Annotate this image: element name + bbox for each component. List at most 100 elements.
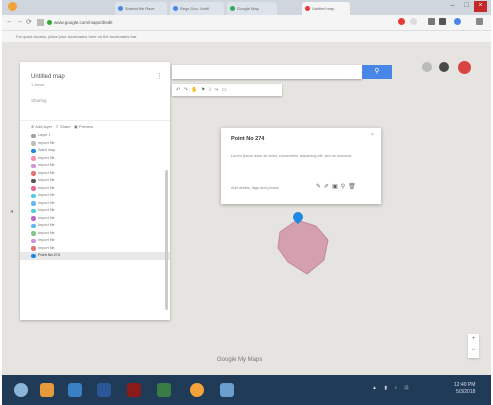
address-bar-row: ← → ⟳ www.google.com/maps/d/edit (2, 15, 491, 31)
layer-color-icon (31, 231, 36, 236)
back-icon[interactable]: ← (6, 18, 13, 25)
layer-item[interactable]: Import file (20, 155, 170, 163)
layer-color-icon (31, 238, 36, 243)
star-icon[interactable] (410, 18, 417, 25)
acrobat-icon[interactable] (127, 383, 141, 397)
layer-label: Import file (38, 155, 55, 160)
start-button[interactable] (14, 383, 28, 397)
notifications-icon[interactable] (439, 62, 449, 72)
layer-item[interactable]: Import file (20, 177, 170, 185)
zoom-out-button[interactable]: − (468, 345, 479, 356)
reload-icon[interactable]: ⟳ (26, 18, 32, 26)
undo-icon[interactable]: ↶ (176, 87, 180, 93)
layer-item[interactable]: Import file (20, 192, 170, 200)
directions-icon[interactable]: ⤳ (215, 87, 219, 93)
layer-item[interactable]: Import file (20, 245, 170, 253)
hand-icon[interactable]: ✋ (191, 87, 197, 93)
layer-color-icon (31, 141, 36, 146)
layer-item[interactable]: Import file (20, 222, 170, 230)
extension-icon[interactable] (454, 18, 461, 25)
delete-icon[interactable]: 🗑 (348, 184, 359, 190)
preview-button[interactable]: Preview (79, 124, 93, 129)
explorer-icon[interactable] (40, 383, 54, 397)
windows-taskbar: ▲ ▮ ♪ ⊡ 12:40 PM 5/3/2018 (2, 375, 491, 405)
extension-icon[interactable] (398, 18, 405, 25)
camera-icon[interactable]: ▣ (332, 184, 341, 190)
layer-item[interactable]: Point No 274 (20, 252, 170, 260)
share-button[interactable]: Share (60, 124, 71, 129)
system-tray: ▲ ▮ ♪ ⊡ (372, 385, 412, 391)
apps-icon[interactable] (422, 62, 432, 72)
close-icon[interactable]: × (371, 132, 374, 138)
layer-item[interactable]: Import file (20, 140, 170, 148)
layer-color-icon (31, 186, 36, 191)
panel-scrollbar[interactable] (165, 170, 168, 310)
tab-strip: Shared file Rave Regs Doc: Untitl Google… (2, 0, 491, 15)
style-icon[interactable]: ✎ (316, 184, 324, 190)
home-icon[interactable] (37, 19, 44, 26)
extension-icon[interactable] (428, 18, 435, 25)
browser-logo-icon (8, 2, 17, 11)
add-layer-button[interactable]: Add layer (35, 124, 52, 129)
layer-item[interactable]: Import file (20, 207, 170, 215)
bookmarks-bar: For quick access, place your bookmarks h… (2, 31, 491, 42)
map-canvas[interactable]: Untitled map 1 views Sharing ⋮ ⊕ Add lay… (2, 42, 491, 375)
sharing-label[interactable]: Sharing (31, 98, 47, 103)
ruler-icon[interactable]: ▭ (222, 87, 227, 93)
chrome-icon[interactable] (190, 383, 204, 397)
forward-icon[interactable]: → (16, 18, 23, 25)
layer-color-icon (31, 163, 36, 168)
layer-item[interactable]: Import file (20, 215, 170, 223)
clock-time: 12:40 PM (454, 382, 476, 388)
layer-item[interactable]: Layer 1 (20, 132, 170, 140)
layer-label: Import file (38, 215, 55, 220)
layer-item[interactable]: Import file (20, 170, 170, 178)
layer-item[interactable]: Import file (20, 162, 170, 170)
tab-google-map[interactable]: Google Map (227, 2, 277, 15)
minimize-button[interactable]: – (446, 1, 459, 12)
close-window-button[interactable]: × (474, 1, 487, 12)
taskbar-clock[interactable]: 12:40 PM 5/3/2018 (454, 382, 475, 396)
layer-color-icon (31, 216, 36, 221)
avatar[interactable] (458, 61, 471, 74)
search-input[interactable] (172, 65, 362, 79)
layer-color-icon (31, 253, 36, 258)
ie-icon[interactable] (68, 383, 82, 397)
layer-item[interactable]: Import file (20, 230, 170, 238)
more-options-icon[interactable]: ⋮ (156, 72, 163, 80)
tab-shared-file[interactable]: Shared file Rave (115, 2, 167, 15)
collapse-panel-icon[interactable]: ◂ (10, 208, 13, 215)
zoom-control: + − (468, 334, 479, 358)
ward-polygon[interactable] (277, 219, 329, 275)
layer-label: Import file (38, 230, 55, 235)
search-button[interactable]: ⚲ (362, 65, 392, 79)
marker-icon[interactable]: ⚑ (201, 87, 205, 93)
zoom-in-button[interactable]: + (468, 334, 479, 345)
app-icon[interactable] (157, 383, 171, 397)
popup-footer[interactable]: Add details, tags and photos (231, 186, 279, 190)
menu-icon[interactable] (476, 18, 483, 25)
edit-icon[interactable]: ✐ (324, 184, 332, 190)
layer-item[interactable]: Import file (20, 200, 170, 208)
paint-icon[interactable] (220, 383, 234, 397)
layer-label: Import file (38, 163, 55, 167)
tab-favicon-icon (230, 6, 235, 11)
map-toolbar: ↶ ↷ ✋ ⚑ ⌇ ⤳ ▭ (172, 84, 282, 96)
draw-line-icon[interactable]: ⌇ (209, 87, 211, 93)
layer-item[interactable]: Ward map (20, 147, 170, 155)
panel-toolbar: ⊕ Add layer ⇧ Share ▣ Preview (20, 120, 170, 132)
layer-label: Import file (38, 170, 55, 175)
redo-icon[interactable]: ↷ (184, 87, 188, 93)
layer-item[interactable]: Import file (20, 237, 170, 245)
layer-item[interactable]: Import file (20, 185, 170, 193)
tab-untitled-map[interactable]: Untitled map (302, 2, 350, 15)
word-icon[interactable] (97, 383, 111, 397)
tab-regs-doc[interactable]: Regs Doc: Untitl (170, 2, 224, 15)
layer-label: Ward map (38, 148, 56, 152)
url-input[interactable]: www.google.com/maps/d/edit (54, 18, 374, 28)
extension-icon[interactable] (439, 18, 446, 25)
maximize-button[interactable]: □ (460, 1, 473, 12)
info-popup: Point No 274 × Lorem ipsum dolor sit ame… (221, 128, 381, 204)
map-title[interactable]: Untitled map (31, 74, 65, 80)
layer-color-icon (31, 156, 36, 161)
